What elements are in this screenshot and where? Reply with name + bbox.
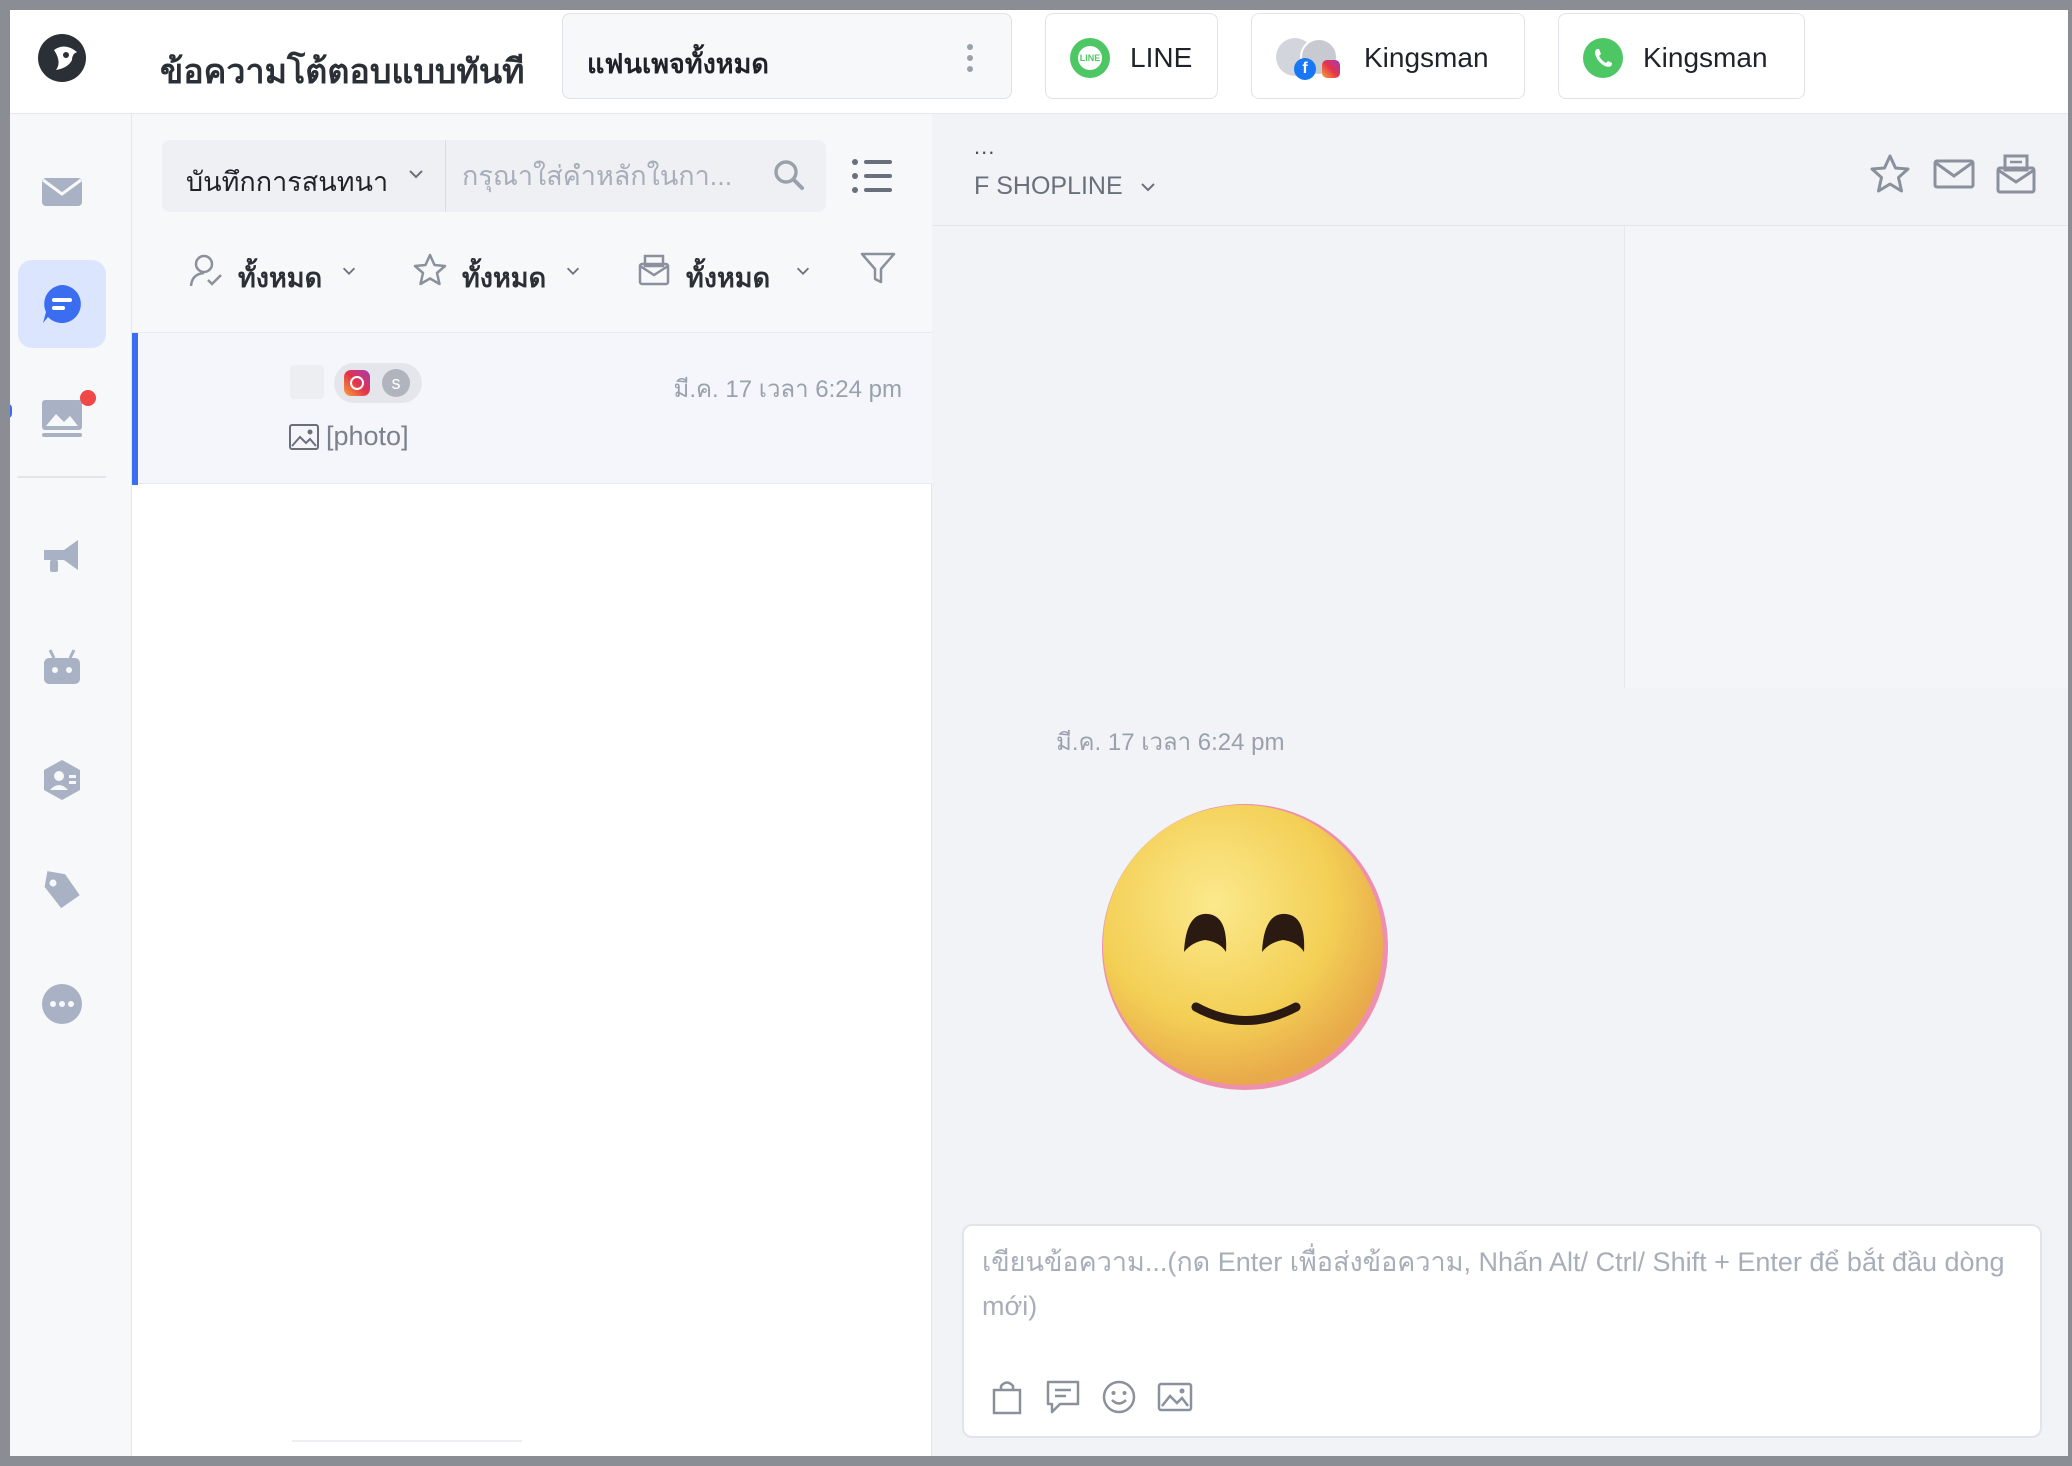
photo-icon xyxy=(289,424,319,450)
filter-mailbox[interactable]: ทั้งหมด xyxy=(636,248,816,296)
filter-starred[interactable]: ทั้งหมด xyxy=(412,248,582,296)
filter-label: ทั้งหมด xyxy=(462,263,547,293)
list-header: บันทึกการสนทนา กรุณาใส่คำหลักในกา... ทั้… xyxy=(132,114,932,332)
more-icon xyxy=(42,984,82,1024)
chevron-down-icon xyxy=(409,170,423,179)
preview-text: [photo] xyxy=(326,421,409,451)
contact-name: ... xyxy=(974,134,996,159)
channel-name: Kingsman xyxy=(1364,42,1489,73)
channel-badge: s xyxy=(334,363,422,403)
smiling-face-emoji-icon[interactable] xyxy=(1100,802,1390,1092)
nav-divider xyxy=(18,476,106,478)
selected-indicator xyxy=(132,333,138,485)
kebab-menu-icon[interactable] xyxy=(967,44,973,72)
left-nav xyxy=(10,114,132,1456)
instagram-icon xyxy=(344,370,370,396)
chevron-down-icon xyxy=(796,267,810,275)
message-time: มี.ค. 17 เวลา 6:24 pm xyxy=(1056,729,1285,756)
account-name: F SHOPLINE xyxy=(974,172,1123,200)
chevron-down-icon xyxy=(342,267,356,275)
page-selector-label: แฟนเพจทั้งหมด xyxy=(587,49,769,79)
chat-panel: ... F SHOPLINE มี.ค. 17 เวลา 6:24 pm xyxy=(932,114,2068,1456)
app-title: ข้อความโต้ตอบแบบทันที xyxy=(160,53,525,91)
broadcast-image-icon xyxy=(42,400,82,437)
nav-chat[interactable] xyxy=(18,260,106,348)
facebook-instagram-stack-icon: f xyxy=(1276,34,1350,80)
search-scope-dropdown[interactable]: บันทึกการสนทนา xyxy=(162,140,446,212)
conversation-time: มี.ค. 17 เวลา 6:24 pm xyxy=(673,376,903,403)
quick-reply-icon[interactable] xyxy=(1044,1378,1082,1416)
filter-label: ทั้งหมด xyxy=(238,263,323,293)
account-selector[interactable]: F SHOPLINE xyxy=(974,172,1158,201)
notification-dot xyxy=(80,390,96,406)
star-icon xyxy=(413,253,447,286)
chat-header: ... F SHOPLINE xyxy=(932,114,2068,226)
conversation-list-panel: บันทึกการสนทนา กรุณาใส่คำหลักในกา... ทั้… xyxy=(132,114,932,1456)
filter-assignee[interactable]: ทั้งหมด xyxy=(188,248,358,296)
search-icon[interactable] xyxy=(772,158,806,192)
channel-name: Kingsman xyxy=(1643,42,1768,73)
filter-label: ทั้งหมด xyxy=(686,263,771,293)
customer-icon xyxy=(44,760,80,800)
conversation-item[interactable]: s มี.ค. 17 เวลา 6:24 pm [photo] xyxy=(132,332,932,485)
app-window: ข้อความโต้ตอบแบบทันที แฟนเพจทั้งหมด LINE… xyxy=(10,10,2068,1456)
chat-icon xyxy=(43,285,81,323)
nav-inbox[interactable] xyxy=(18,148,106,236)
channel-tab-whatsapp[interactable]: Kingsman xyxy=(1558,13,1805,99)
product-bag-icon[interactable] xyxy=(988,1378,1026,1416)
emoji-icon[interactable] xyxy=(1100,1378,1138,1416)
whatsapp-icon xyxy=(1583,38,1623,78)
nav-tags[interactable] xyxy=(18,848,106,936)
nav-more[interactable] xyxy=(18,960,106,1048)
avatar xyxy=(290,365,324,399)
channel-tab-line[interactable]: LINE LINE xyxy=(1045,13,1218,99)
customer-info-panel xyxy=(1624,226,2068,688)
megaphone-icon xyxy=(44,540,78,572)
assignee-icon xyxy=(189,254,222,287)
inbox-icon xyxy=(42,178,82,206)
search-bar: บันทึกการสนทนา xyxy=(162,140,826,212)
filter-funnel-icon[interactable] xyxy=(858,248,898,288)
message-composer xyxy=(962,1224,2042,1438)
nav-chatbot[interactable] xyxy=(18,624,106,712)
list-divider xyxy=(292,1440,522,1442)
nav-customers[interactable] xyxy=(18,736,106,824)
page-initial-badge: s xyxy=(382,369,410,397)
mailbox-icon xyxy=(638,254,670,286)
page-selector[interactable]: แฟนเพจทั้งหมด xyxy=(562,13,1012,99)
star-icon[interactable] xyxy=(1868,152,1912,196)
app-logo-icon[interactable] xyxy=(38,34,86,82)
mail-icon[interactable] xyxy=(1932,152,1976,196)
search-input[interactable] xyxy=(450,146,750,206)
chevron-down-icon xyxy=(566,267,580,275)
channel-name: LINE xyxy=(1130,42,1193,73)
filter-bar: ทั้งหมด ทั้งหมด ทั้งหมด xyxy=(132,244,932,304)
line-icon: LINE xyxy=(1070,38,1110,78)
bot-icon xyxy=(44,649,80,684)
search-scope-label: บันทึกการสนทนา xyxy=(186,167,389,197)
nav-marketing[interactable] xyxy=(18,512,106,600)
nav-broadcast[interactable] xyxy=(18,372,106,460)
active-marker xyxy=(10,404,12,418)
tag-icon xyxy=(44,871,80,909)
archive-mail-icon[interactable] xyxy=(1994,152,2038,196)
message-input[interactable] xyxy=(982,1240,2022,1350)
list-view-icon[interactable] xyxy=(850,154,894,198)
top-bar: ข้อความโต้ตอบแบบทันที แฟนเพจทั้งหมด LINE… xyxy=(10,10,2068,114)
chevron-down-icon xyxy=(1140,183,1155,192)
image-upload-icon[interactable] xyxy=(1156,1378,1194,1416)
channel-tab-facebook-instagram[interactable]: f Kingsman xyxy=(1251,13,1525,99)
